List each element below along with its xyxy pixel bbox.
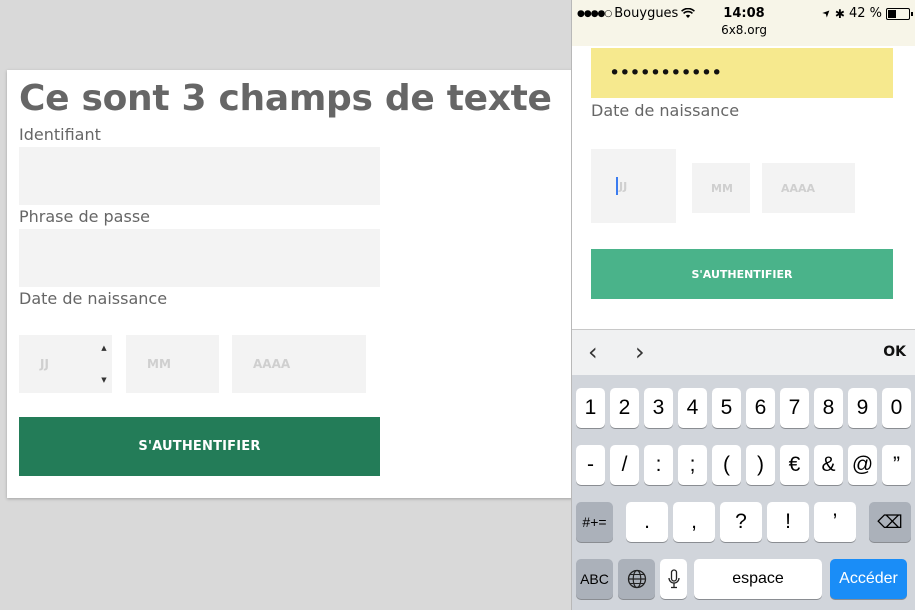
battery-percent: 42 %	[848, 6, 882, 21]
birthdate-label-mobile: Date de naissance	[591, 101, 740, 120]
month-placeholder: MM	[147, 357, 171, 371]
year-placeholder: AAAA	[253, 357, 291, 371]
passphrase-input-mobile[interactable]: •••••••••••	[591, 48, 893, 98]
microphone-icon-svg	[667, 569, 680, 589]
key-3[interactable]: 3	[644, 388, 673, 428]
key-7[interactable]: 7	[780, 388, 809, 428]
location-icon: ➤	[819, 6, 834, 21]
key-8[interactable]: 8	[814, 388, 843, 428]
globe-icon[interactable]	[618, 559, 655, 599]
key-period[interactable]: .	[626, 502, 668, 542]
battery-fill	[888, 9, 897, 18]
globe-icon-svg	[627, 569, 646, 589]
password-dots: •••••••••••	[609, 62, 722, 84]
key-exclamation[interactable]: !	[767, 502, 809, 542]
space-key[interactable]: espace	[694, 559, 822, 599]
key-at[interactable]: @	[848, 445, 877, 485]
day-placeholder: JJ	[40, 357, 49, 371]
key-question[interactable]: ?	[720, 502, 762, 542]
month-input[interactable]: MM	[126, 335, 219, 393]
year-input-mobile[interactable]: AAAA	[762, 163, 855, 213]
key-9[interactable]: 9	[848, 388, 877, 428]
key-euro[interactable]: €	[780, 445, 809, 485]
key-5[interactable]: 5	[712, 388, 741, 428]
authenticate-button-mobile[interactable]: S'AUTHENTIFIER	[591, 249, 893, 299]
day-placeholder-mobile: JJ	[619, 179, 628, 193]
desktop-form-card: Ce sont 3 champs de texte Identifiant Ph…	[7, 70, 577, 498]
key-semicolon[interactable]: ;	[678, 445, 707, 485]
next-field-icon[interactable]: ›	[635, 338, 645, 366]
key-more-symbols[interactable]: #+=	[576, 502, 613, 542]
key-4[interactable]: 4	[678, 388, 707, 428]
previous-field-icon[interactable]: ‹	[588, 338, 598, 366]
spin-down-icon[interactable]: ▼	[99, 373, 109, 387]
microphone-icon[interactable]	[660, 559, 687, 599]
key-quote[interactable]: ”	[882, 445, 911, 485]
spin-up-icon[interactable]: ▲	[99, 341, 109, 355]
day-input[interactable]: JJ ▲ ▼	[19, 335, 112, 393]
status-bar: ●●●●○ Bouygues 14:08 ➤ ✱ 42 % 6x8.org	[572, 0, 915, 46]
delete-icon[interactable]: ⌫	[869, 502, 911, 542]
keyboard-accessory-bar: ‹ › OK	[572, 329, 915, 376]
text-cursor	[616, 177, 618, 195]
year-input[interactable]: AAAA	[232, 335, 366, 393]
key-0[interactable]: 0	[882, 388, 911, 428]
day-input-mobile[interactable]: JJ	[591, 149, 676, 223]
url-label[interactable]: 6x8.org	[572, 23, 915, 37]
key-comma[interactable]: ,	[673, 502, 715, 542]
ok-button[interactable]: OK	[883, 344, 906, 360]
key-abc[interactable]: ABC	[576, 559, 613, 599]
battery-icon	[886, 7, 913, 20]
key-ampersand[interactable]: &	[814, 445, 843, 485]
battery-tip	[911, 11, 913, 16]
key-6[interactable]: 6	[746, 388, 775, 428]
passphrase-label: Phrase de passe	[19, 207, 150, 226]
key-apostrophe[interactable]: ’	[814, 502, 856, 542]
birthdate-label: Date de naissance	[19, 289, 168, 308]
keyboard: 1 2 3 4 5 6 7 8 9 0 - / : ; ( ) € & @ ” …	[572, 375, 915, 610]
key-colon[interactable]: :	[644, 445, 673, 485]
key-2[interactable]: 2	[610, 388, 639, 428]
key-1[interactable]: 1	[576, 388, 605, 428]
month-input-mobile[interactable]: MM	[692, 163, 750, 213]
status-right: ➤ ✱ 42 %	[819, 6, 913, 21]
go-button[interactable]: Accéder	[830, 559, 907, 599]
day-spinner[interactable]: ▲ ▼	[99, 341, 109, 387]
page-title: Ce sont 3 champs de texte	[19, 78, 552, 119]
key-close-paren[interactable]: )	[746, 445, 775, 485]
key-slash[interactable]: /	[610, 445, 639, 485]
month-placeholder-mobile: MM	[711, 181, 733, 195]
key-open-paren[interactable]: (	[712, 445, 741, 485]
phone-screen: ●●●●○ Bouygues 14:08 ➤ ✱ 42 % 6x8.org ••…	[571, 0, 915, 610]
identifier-input[interactable]	[19, 147, 380, 205]
identifier-label: Identifiant	[19, 125, 101, 144]
year-placeholder-mobile: AAAA	[781, 181, 816, 195]
key-hyphen[interactable]: -	[576, 445, 605, 485]
authenticate-button[interactable]: S'AUTHENTIFIER	[19, 417, 380, 476]
passphrase-input[interactable]	[19, 229, 380, 287]
bluetooth-icon: ✱	[834, 6, 845, 21]
